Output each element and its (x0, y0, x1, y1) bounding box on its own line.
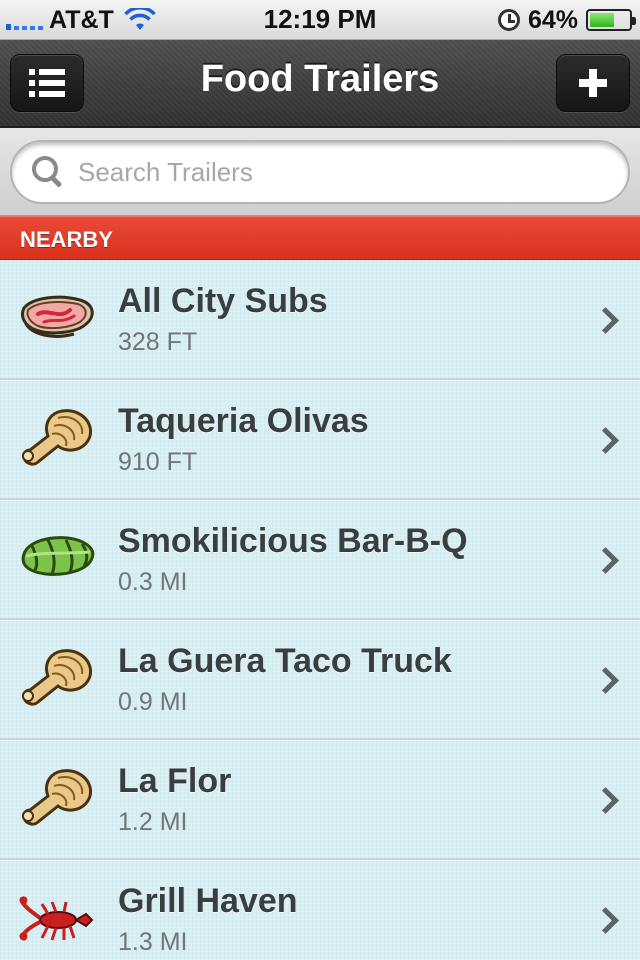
trailer-name: La Guera Taco Truck (118, 642, 452, 680)
trailer-name: Grill Haven (118, 882, 298, 920)
clock-icon (497, 9, 520, 31)
battery-fill (590, 13, 615, 27)
trailer-name: Taqueria Olivas (118, 402, 369, 440)
chevron-right-icon (600, 308, 616, 334)
drumstick-icon (22, 409, 93, 466)
section-title: NEARBY (20, 227, 113, 252)
status-bar: AT&T 12:19 PM 64% (0, 0, 640, 40)
status-right: 64% (497, 5, 636, 34)
navigation-bar: Food Trailers (0, 40, 640, 128)
chevron-right-icon (600, 908, 616, 934)
chevron-right-icon (600, 548, 616, 574)
trailer-distance: 910 FT (118, 448, 198, 476)
page-title: Food Trailers (200, 58, 440, 100)
trailer-distance: 328 FT (118, 328, 198, 356)
search-input[interactable] (78, 156, 578, 188)
chevron-right-icon (600, 428, 616, 454)
section-header-nearby: NEARBY (0, 216, 640, 260)
trailer-list[interactable]: All City Subs 328 FT Taqueria Olivas 910… (0, 260, 640, 960)
drumstick-icon (22, 769, 93, 826)
trailer-distance: 1.2 MI (118, 808, 188, 836)
trailer-name: All City Subs (118, 282, 328, 320)
search-field[interactable] (10, 140, 630, 204)
lobster-icon (19, 896, 94, 941)
plus-icon (579, 69, 607, 97)
trailer-distance: 1.3 MI (118, 928, 188, 956)
list-item[interactable]: Grill Haven 1.3 MI (0, 860, 640, 960)
trailer-name: La Flor (118, 762, 232, 800)
drumstick-icon (22, 649, 93, 706)
chevron-right-icon (600, 668, 616, 694)
battery-percent: 64% (527, 5, 578, 34)
list-item[interactable]: All City Subs 328 FT (0, 260, 640, 380)
list-item[interactable]: Taqueria Olivas 910 FT (0, 380, 640, 500)
battery-icon (586, 9, 636, 31)
list-item[interactable]: Smokilicious Bar-B-Q 0.3 MI (0, 500, 640, 620)
list-item[interactable]: La Guera Taco Truck 0.9 MI (0, 620, 640, 740)
list-item[interactable]: La Flor 1.2 MI (0, 740, 640, 860)
trailer-distance: 0.9 MI (118, 688, 188, 716)
trailer-name: Smokilicious Bar-B-Q (118, 522, 468, 560)
chevron-right-icon (600, 788, 616, 814)
burrito-icon (21, 536, 95, 576)
search-icon (32, 156, 64, 188)
steak-icon (21, 295, 94, 338)
trailer-distance: 0.3 MI (118, 568, 188, 596)
search-bar (0, 128, 640, 216)
add-trailer-button[interactable] (556, 54, 630, 112)
